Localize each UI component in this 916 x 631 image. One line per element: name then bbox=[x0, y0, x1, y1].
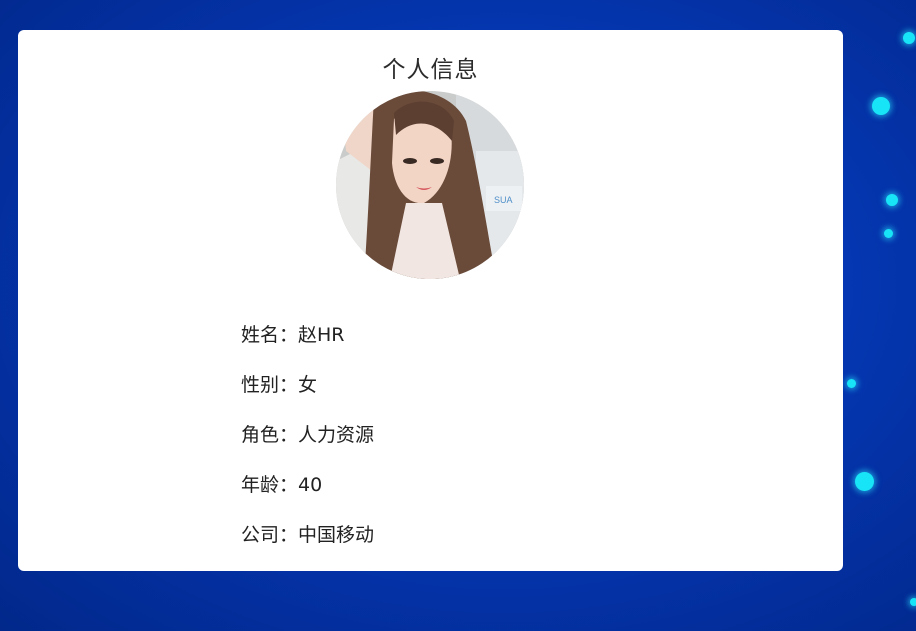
profile-card: 个人信息 SUA 姓名：赵HR 性别：女 角色：人力资源 年龄：40 公司：中国… bbox=[18, 30, 843, 571]
decorative-dot bbox=[886, 194, 898, 206]
avatar: SUA bbox=[336, 91, 524, 279]
profile-row-role: 角色：人力资源 bbox=[241, 420, 374, 470]
decorative-dot bbox=[855, 472, 874, 491]
profile-row-age: 年龄：40 bbox=[241, 470, 374, 520]
field-label: 姓名： bbox=[241, 324, 299, 346]
field-value: 赵HR bbox=[298, 324, 345, 346]
decorative-dot bbox=[903, 32, 915, 44]
decorative-dot bbox=[884, 229, 893, 238]
profile-photo-icon: SUA bbox=[336, 91, 524, 279]
field-value: 40 bbox=[298, 474, 323, 496]
decorative-dot bbox=[847, 379, 856, 388]
field-label: 年龄： bbox=[241, 474, 299, 496]
profile-row-gender: 性别：女 bbox=[241, 370, 374, 420]
field-label: 公司： bbox=[241, 524, 299, 546]
field-value: 人力资源 bbox=[298, 424, 375, 446]
decorative-dot bbox=[910, 598, 916, 606]
profile-info: 姓名：赵HR 性别：女 角色：人力资源 年龄：40 公司：中国移动 bbox=[241, 320, 374, 570]
decorative-dot bbox=[872, 97, 890, 115]
field-value: 女 bbox=[298, 374, 318, 396]
page-title: 个人信息 bbox=[382, 57, 479, 83]
field-label: 性别： bbox=[241, 374, 299, 396]
field-label: 角色： bbox=[241, 424, 299, 446]
profile-row-company: 公司：中国移动 bbox=[241, 520, 374, 570]
field-value: 中国移动 bbox=[298, 524, 375, 546]
profile-row-name: 姓名：赵HR bbox=[241, 320, 374, 370]
svg-text:SUA: SUA bbox=[494, 195, 513, 205]
